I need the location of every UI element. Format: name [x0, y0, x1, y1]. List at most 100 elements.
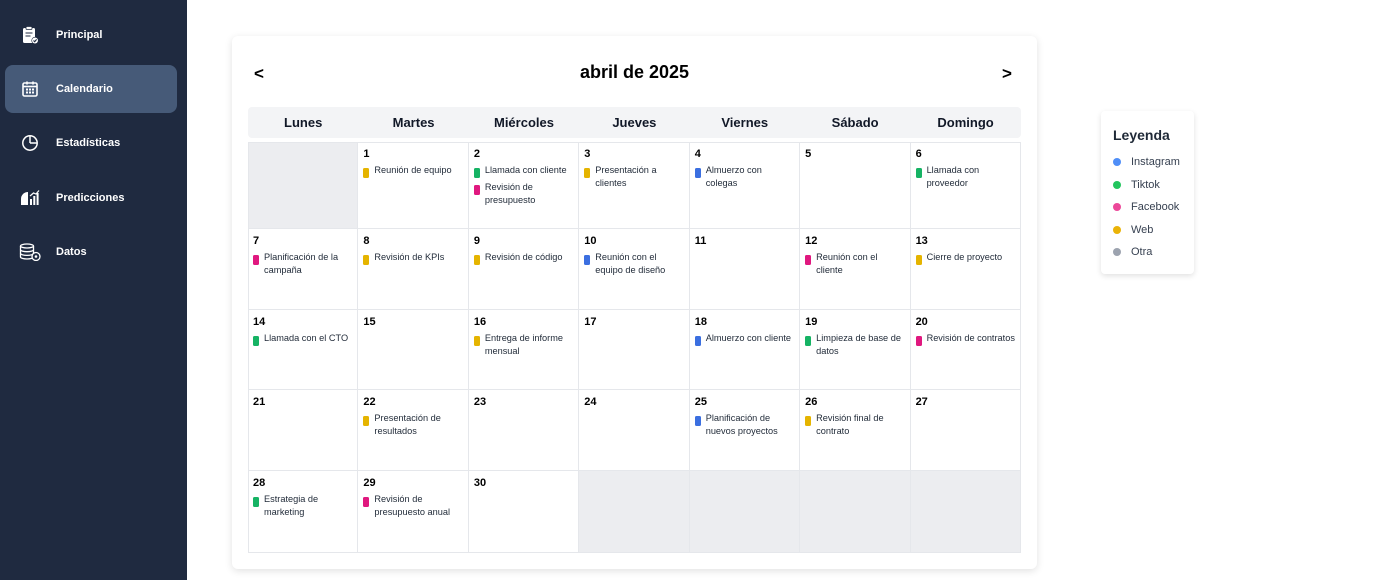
day-cell[interactable]: 23	[468, 390, 580, 471]
event-title: Revisión de contratos	[926, 333, 1015, 343]
calendar-event[interactable]: Reunión de equipo	[363, 164, 462, 178]
legend-label: Web	[1131, 223, 1154, 236]
day-cell[interactable]: 6 Llamada con proveedor	[910, 142, 1021, 229]
day-cell[interactable]: 10 Reunión con el equipo de diseño	[579, 229, 690, 310]
day-cell[interactable]: 5	[800, 142, 911, 229]
database-icon	[19, 241, 41, 263]
calendar-event[interactable]: Cierre de proyecto	[915, 251, 1015, 265]
calendar-event[interactable]: Revisión final de contrato	[805, 412, 904, 437]
day-cell[interactable]: 19 Limpieza de base de datos	[800, 310, 911, 390]
legend-item-instagram: Instagram	[1113, 151, 1194, 174]
day-number: 5	[805, 148, 812, 160]
legend-color-dot	[1113, 225, 1121, 234]
calendar-event[interactable]: Limpieza de base de datos	[805, 332, 904, 357]
event-title: Reunión de equipo	[374, 165, 452, 175]
day-cell[interactable]: 21	[248, 390, 359, 471]
day-cell[interactable]: 11	[689, 229, 801, 310]
sidebar-item-label: Predicciones	[56, 192, 125, 204]
event-title: Entrega de informe mensual	[484, 333, 563, 356]
day-cell[interactable]: 27	[910, 390, 1021, 471]
event-category-marker	[363, 255, 370, 265]
day-cell[interactable]: 22 Presentación de resultados	[358, 390, 469, 471]
day-cell[interactable]: 2 Llamada con cliente Revisión de presupue…	[468, 142, 580, 229]
calendar-event[interactable]: Llamada con cliente	[473, 164, 573, 178]
event-title: Revisión de presupuesto	[484, 182, 536, 205]
calendar-event[interactable]: Estrategia de marketing	[253, 493, 352, 518]
day-cell[interactable]: 30	[468, 471, 580, 553]
day-cell[interactable]: 18 Almuerzo con cliente	[689, 310, 801, 390]
weekday-label: Miércoles	[493, 115, 554, 130]
event-title: Limpieza de base de datos	[816, 333, 901, 356]
legend-title: Leyenda	[1113, 127, 1170, 143]
event-category-marker	[584, 255, 591, 265]
empty-day-cell	[800, 471, 911, 553]
day-number: 17	[584, 316, 597, 328]
day-cell[interactable]: 1 Reunión de equipo	[358, 142, 469, 229]
calendar-event[interactable]: Llamada con el CTO	[253, 332, 352, 346]
day-cell[interactable]: 7 Planificación de la campaña	[248, 229, 359, 310]
sidebar-item-datos[interactable]: Datos	[5, 228, 177, 276]
calendar-event[interactable]: Revisión de presupuesto anual	[363, 493, 462, 518]
calendar-event[interactable]: Presentación de resultados	[363, 412, 462, 437]
day-cell[interactable]: 14 Llamada con el CTO	[248, 310, 359, 390]
calendar-event[interactable]: Revisión de presupuesto	[473, 181, 573, 206]
day-number: 2	[473, 148, 480, 160]
event-title: Revisión de código	[484, 252, 563, 262]
next-month-button[interactable]: >	[1002, 64, 1012, 84]
day-cell[interactable]: 9 Revisión de código	[468, 229, 580, 310]
day-cell[interactable]: 3 Presentación a clientes	[579, 142, 690, 229]
sidebar-item-estadisticas[interactable]: Estadísticas	[5, 119, 177, 167]
sidebar-item-predicciones[interactable]: Predicciones	[5, 174, 177, 222]
event-category-marker	[915, 336, 922, 346]
day-cell[interactable]: 26 Revisión final de contrato	[800, 390, 911, 471]
day-cell[interactable]: 12 Reunión con el cliente	[800, 229, 911, 310]
event-category-marker	[253, 255, 259, 265]
day-cell[interactable]: 4 Almuerzo con colegas	[689, 142, 801, 229]
day-cell[interactable]: 13 Cierre de proyecto	[910, 229, 1021, 310]
day-number: 4	[694, 148, 701, 160]
sidebar-item-label: Calendario	[56, 83, 113, 95]
day-number: 16	[473, 316, 487, 328]
day-cell[interactable]: 17	[579, 310, 690, 390]
event-title: Revisión de KPIs	[374, 252, 445, 262]
legend-item-facebook: Facebook	[1113, 196, 1194, 219]
calendar-event[interactable]: Llamada con proveedor	[915, 164, 1015, 189]
event-category-marker	[253, 497, 259, 507]
event-title: Revisión final de contrato	[816, 413, 884, 436]
calendar-event[interactable]: Reunión con el cliente	[805, 251, 904, 276]
legend-panel: Leyenda Instagram Tiktok Facebook Web Otra	[1101, 111, 1194, 274]
calendar-event[interactable]: Reunión con el equipo de diseño	[584, 251, 683, 276]
day-cell[interactable]: 16 Entrega de informe mensual	[468, 310, 580, 390]
event-category-marker	[915, 255, 922, 265]
calendar-event[interactable]: Revisión de KPIs	[363, 251, 462, 265]
event-title: Llamada con proveedor	[926, 165, 980, 188]
event-category-marker	[915, 168, 922, 178]
day-cell[interactable]: 15	[358, 310, 469, 390]
event-category-marker	[584, 168, 591, 178]
event-title: Llamada con el CTO	[264, 333, 349, 343]
day-number: 20	[915, 316, 928, 328]
calendar-event[interactable]: Planificación de nuevos proyectos	[694, 412, 794, 437]
calendar-event[interactable]: Presentación a clientes	[584, 164, 683, 189]
day-number: 1	[363, 148, 370, 160]
day-cell[interactable]: 20 Revisión de contratos	[910, 310, 1021, 390]
day-cell[interactable]: 8 Revisión de KPIs	[358, 229, 469, 310]
sidebar-item-principal[interactable]: Principal	[5, 11, 177, 59]
calendar-event[interactable]: Revisión de contratos	[915, 332, 1015, 346]
calendar-event[interactable]: Almuerzo con colegas	[694, 164, 794, 189]
day-number: 27	[915, 396, 928, 408]
legend-color-dot	[1113, 158, 1121, 167]
day-cell[interactable]: 28 Estrategia de marketing	[248, 471, 359, 553]
calendar-event[interactable]: Almuerzo con cliente	[694, 332, 794, 346]
calendar-event[interactable]: Planificación de la campaña	[253, 251, 352, 276]
legend-label: Otra	[1131, 246, 1153, 259]
day-cell[interactable]: 29 Revisión de presupuesto anual	[358, 471, 469, 553]
legend-item-web: Web	[1113, 219, 1194, 242]
event-title: Reunión con el cliente	[816, 252, 878, 275]
calendar-event[interactable]: Entrega de informe mensual	[473, 332, 573, 357]
day-number: 23	[473, 396, 487, 408]
day-cell[interactable]: 24	[579, 390, 690, 471]
sidebar-item-calendario[interactable]: Calendario	[5, 65, 177, 113]
calendar-event[interactable]: Revisión de código	[473, 251, 573, 265]
day-cell[interactable]: 25 Planificación de nuevos proyectos	[689, 390, 801, 471]
